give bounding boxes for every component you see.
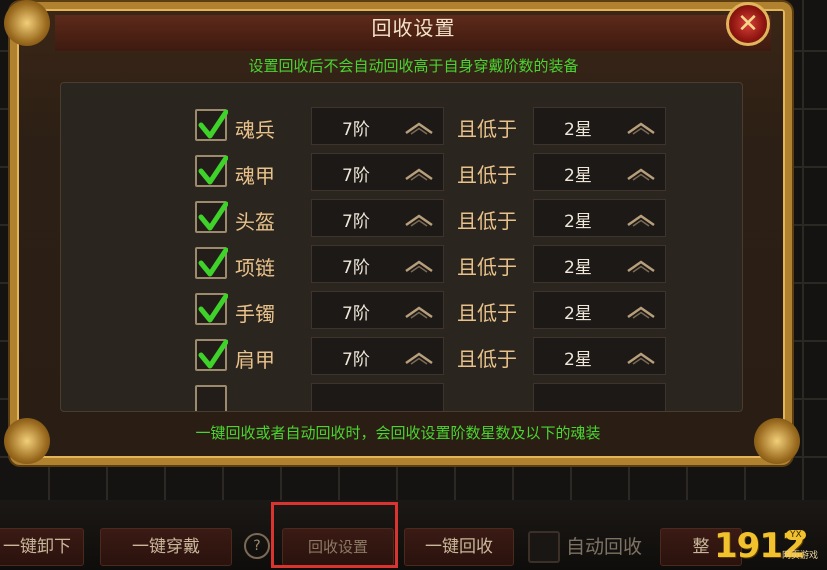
chevron-up-icon[interactable] — [405, 258, 433, 277]
star-selector[interactable]: 2星 — [533, 337, 666, 375]
chevron-up-icon[interactable] — [627, 212, 655, 231]
lower-than-label: 且低于 — [457, 347, 517, 371]
chevron-up-icon[interactable] — [405, 304, 433, 323]
hint-bottom-text: 一键回收或者自动回收时，会回收设置阶数星数及以下的魂装 — [195, 424, 601, 442]
tier-selector[interactable]: 7阶 — [311, 291, 444, 329]
chevron-up-icon[interactable] — [405, 212, 433, 231]
equip-type-checkbox[interactable] — [195, 201, 228, 233]
equip-type-checkbox[interactable] — [195, 385, 227, 411]
unequip-all-button[interactable]: 一键卸下 — [0, 528, 84, 566]
equip-type-label: 手镯 — [235, 302, 275, 326]
tier-selector[interactable]: 7阶 — [311, 245, 444, 283]
equip-type-checkbox[interactable] — [195, 293, 228, 325]
star-selector[interactable]: 2星 — [533, 153, 666, 191]
star-value: 2星 — [564, 350, 592, 370]
star-selector[interactable]: 2星 — [533, 291, 666, 329]
equip-type-label: 肩甲 — [235, 348, 275, 372]
equip-type-checkbox[interactable] — [195, 247, 228, 279]
equip-type-checkbox[interactable] — [195, 155, 228, 187]
chevron-up-icon[interactable] — [627, 304, 655, 323]
chevron-up-icon[interactable] — [627, 350, 655, 369]
chevron-up-icon[interactable] — [405, 120, 433, 139]
logo-subtitle: 网页游戏 — [782, 551, 819, 561]
tier-selector[interactable] — [311, 383, 444, 411]
tier-value: 7阶 — [342, 120, 370, 140]
chevron-up-icon[interactable] — [627, 166, 655, 185]
equip-type-label: 项链 — [235, 256, 275, 280]
help-icon[interactable]: ? — [244, 533, 270, 559]
star-selector[interactable]: 2星 — [533, 245, 666, 283]
equip-type-label: 魂甲 — [235, 164, 275, 188]
star-value: 2星 — [564, 212, 592, 232]
equip-all-button[interactable]: 一键穿戴 — [100, 528, 232, 566]
tier-selector[interactable]: 7阶 — [311, 107, 444, 145]
tier-value: 7阶 — [342, 258, 370, 278]
lower-than-label: 且低于 — [457, 301, 517, 325]
chevron-up-icon[interactable] — [405, 166, 433, 185]
chevron-up-icon[interactable] — [627, 120, 655, 139]
star-selector[interactable] — [533, 383, 666, 411]
star-value: 2星 — [564, 120, 592, 140]
star-selector[interactable]: 2星 — [533, 199, 666, 237]
settings-list-panel: 魂兵 7阶 且低于 2星 魂甲 7阶 且低于 2星 头盔 7阶 且低于 2星 项… — [60, 82, 743, 412]
lower-than-label: 且低于 — [457, 163, 517, 187]
dialog-title: 回收设置 — [371, 16, 456, 40]
lower-than-label: 且低于 — [457, 255, 517, 279]
equip-type-label: 头盔 — [235, 210, 275, 234]
highlight-box — [271, 502, 398, 568]
equip-type-checkbox[interactable] — [195, 109, 228, 141]
hint-top-text: 设置回收后不会自动回收高于自身穿戴阶数的装备 — [248, 57, 579, 75]
site-logo: 1912 网页游戏 YX — [690, 526, 827, 570]
recycle-row: 魂兵 7阶 且低于 2星 — [61, 107, 742, 149]
star-selector[interactable]: 2星 — [533, 107, 666, 145]
close-x-icon: ✕ — [737, 9, 759, 39]
recycle-row: 肩甲 7阶 且低于 2星 — [61, 337, 742, 379]
star-value: 2星 — [564, 166, 592, 186]
star-value: 2星 — [564, 258, 592, 278]
star-value: 2星 — [564, 304, 592, 324]
tier-selector[interactable]: 7阶 — [311, 337, 444, 375]
chevron-up-icon[interactable] — [405, 350, 433, 369]
equip-type-label: 魂兵 — [235, 118, 275, 142]
tier-selector[interactable]: 7阶 — [311, 199, 444, 237]
lower-than-label: 且低于 — [457, 209, 517, 233]
lower-than-label: 且低于 — [457, 117, 517, 141]
close-button[interactable]: ✕ — [726, 2, 770, 46]
equip-type-checkbox[interactable] — [195, 339, 228, 371]
tier-value: 7阶 — [342, 350, 370, 370]
recycle-row-partial — [61, 383, 742, 411]
recycle-row: 手镯 7阶 且低于 2星 — [61, 291, 742, 333]
logo-badge: YX — [786, 530, 806, 540]
tier-value: 7阶 — [342, 166, 370, 186]
recycle-row: 魂甲 7阶 且低于 2星 — [61, 153, 742, 195]
tier-value: 7阶 — [342, 304, 370, 324]
tier-selector[interactable]: 7阶 — [311, 153, 444, 191]
auto-recycle-label: 自动回收 — [566, 536, 643, 558]
chevron-up-icon[interactable] — [627, 258, 655, 277]
tier-value: 7阶 — [342, 212, 370, 232]
recycle-row: 项链 7阶 且低于 2星 — [61, 245, 742, 287]
recycle-all-button[interactable]: 一键回收 — [404, 528, 514, 566]
auto-recycle-checkbox[interactable] — [528, 531, 560, 563]
recycle-row: 头盔 7阶 且低于 2星 — [61, 199, 742, 241]
